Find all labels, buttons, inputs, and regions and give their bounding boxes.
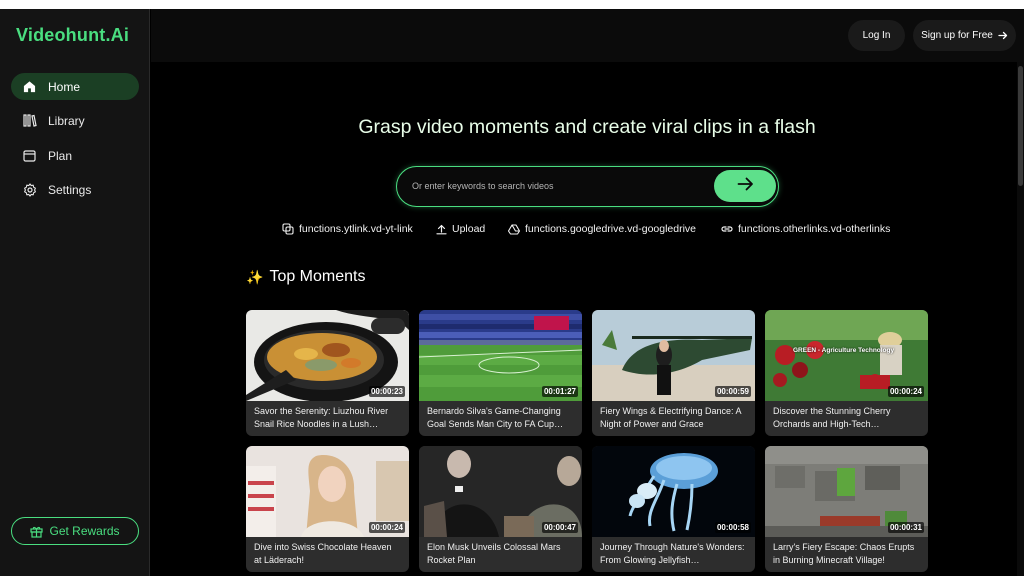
video-title: Bernardo Silva's Game-Changing Goal Send… xyxy=(427,406,564,429)
video-title: Dive into Swiss Chocolate Heaven at Läde… xyxy=(254,542,392,565)
youtube-link-source[interactable]: functions.ytlink.vd-yt-link xyxy=(282,222,413,236)
video-title: Larry's Fiery Escape: Chaos Erupts in Bu… xyxy=(773,542,915,565)
arrow-right-icon xyxy=(998,31,1008,40)
video-card[interactable]: 00:00:47 Elon Musk Unveils Colossal Mars… xyxy=(419,446,582,572)
gear-icon xyxy=(22,182,37,197)
gift-icon xyxy=(30,525,44,538)
login-button[interactable]: Log In xyxy=(848,20,905,51)
video-duration: 00:00:24 xyxy=(368,522,405,533)
link-icon xyxy=(721,224,733,234)
search-input[interactable] xyxy=(412,167,702,205)
arrow-right-icon xyxy=(737,177,754,196)
video-card[interactable]: 00:00:31 Larry's Fiery Escape: Chaos Eru… xyxy=(765,446,928,572)
video-thumbnail: 00:00:58 xyxy=(592,446,755,537)
video-duration: 00:00:47 xyxy=(541,522,578,533)
video-duration: 00:01:27 xyxy=(541,386,578,397)
video-title: Fiery Wings & Electrifying Dance: A Nigh… xyxy=(600,406,742,429)
video-thumbnail: GREEN - Agriculture Technology 00:00:24 xyxy=(765,310,928,401)
library-icon xyxy=(22,113,37,128)
video-card[interactable]: 00:00:23 Savor the Serenity: Liuzhou Riv… xyxy=(246,310,409,436)
video-thumbnail: 00:01:27 xyxy=(419,310,582,401)
section-title: ✨ Top Moments xyxy=(246,268,365,286)
video-card[interactable]: 00:01:27 Bernardo Silva's Game-Changing … xyxy=(419,310,582,436)
video-duration: 00:00:23 xyxy=(368,386,405,397)
page-scrollbar[interactable] xyxy=(1017,62,1024,576)
get-rewards-button[interactable]: Get Rewards xyxy=(11,517,139,545)
video-card[interactable]: 00:00:59 Fiery Wings & Electrifying Danc… xyxy=(592,310,755,436)
get-rewards-label: Get Rewards xyxy=(49,524,120,538)
video-title: Elon Musk Unveils Colossal Mars Rocket P… xyxy=(427,542,561,565)
video-thumbnail: 00:00:23 xyxy=(246,310,409,401)
plan-icon xyxy=(22,148,37,163)
video-duration: 00:00:59 xyxy=(714,386,751,397)
section-title-text: Top Moments xyxy=(269,268,366,285)
source-label: functions.googledrive.vd-googledrive xyxy=(525,223,697,235)
video-title: Discover the Stunning Cherry Orchards an… xyxy=(773,406,891,429)
video-card[interactable]: 00:00:24 Dive into Swiss Chocolate Heave… xyxy=(246,446,409,572)
home-icon xyxy=(22,79,37,94)
source-label: functions.otherlinks.vd-otherlinks xyxy=(738,223,891,235)
video-thumbnail: 00:00:59 xyxy=(592,310,755,401)
video-title: Savor the Serenity: Liuzhou River Snail … xyxy=(254,406,389,429)
sidebar-item-label: Library xyxy=(48,113,85,128)
login-label: Log In xyxy=(862,30,891,41)
source-label: functions.ytlink.vd-yt-link xyxy=(299,223,413,235)
sidebar-item-label: Home xyxy=(48,79,81,94)
copy-link-icon xyxy=(282,223,294,235)
video-title: Journey Through Nature's Wonders: From G… xyxy=(600,542,745,565)
top-bar: Log In Sign up for Free xyxy=(151,9,1024,62)
video-thumbnail: 00:00:24 xyxy=(246,446,409,537)
app-window: Videohunt.Ai Home Library Plan Settings xyxy=(0,9,1024,576)
upload-source[interactable]: Upload xyxy=(436,222,485,236)
video-thumbnail: 00:00:47 xyxy=(419,446,582,537)
sidebar-item-home[interactable]: Home xyxy=(11,73,139,100)
sidebar-item-label: Plan xyxy=(48,148,73,163)
search-bar xyxy=(396,166,779,207)
video-duration: 00:00:31 xyxy=(887,522,924,533)
video-card[interactable]: 00:00:58 Journey Through Nature's Wonder… xyxy=(592,446,755,572)
google-drive-icon xyxy=(508,223,520,235)
thumbnail-caption: GREEN - Agriculture Technology xyxy=(793,347,895,354)
video-duration: 00:00:58 xyxy=(714,522,751,533)
video-duration: 00:00:24 xyxy=(887,386,924,397)
hero-title: Grasp video moments and create viral cli… xyxy=(358,116,816,138)
video-thumbnail: 00:00:31 xyxy=(765,446,928,537)
upload-icon xyxy=(436,224,447,235)
signup-label: Sign up for Free xyxy=(921,30,993,41)
google-drive-source[interactable]: functions.googledrive.vd-googledrive xyxy=(508,222,696,236)
signup-button[interactable]: Sign up for Free xyxy=(913,20,1016,51)
video-card[interactable]: GREEN - Agriculture Technology 00:00:24 … xyxy=(765,310,928,436)
sparkles-icon: ✨ xyxy=(246,268,264,285)
sidebar: Videohunt.Ai Home Library Plan Settings xyxy=(0,9,150,576)
sidebar-item-plan[interactable]: Plan xyxy=(11,142,139,169)
sidebar-item-label: Settings xyxy=(48,182,92,197)
sidebar-item-library[interactable]: Library xyxy=(11,107,139,134)
other-links-source[interactable]: functions.otherlinks.vd-otherlinks xyxy=(721,222,890,236)
sidebar-item-settings[interactable]: Settings xyxy=(11,176,139,203)
app-logo[interactable]: Videohunt.Ai xyxy=(16,25,129,46)
source-label: Upload xyxy=(452,223,486,235)
search-submit-button[interactable] xyxy=(714,170,776,202)
